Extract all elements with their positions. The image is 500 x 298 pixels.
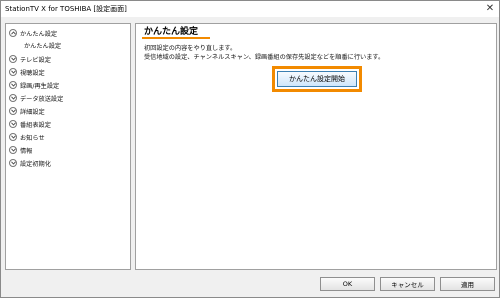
nav-item-label: 詳細設定: [20, 108, 45, 116]
nav-item-label: データ放送設定: [20, 95, 64, 103]
nav-item-label: 情報: [20, 147, 33, 155]
chevron-down-icon: [9, 159, 17, 167]
nav-item-kantan[interactable]: かんたん設定: [9, 27, 57, 39]
nav-item-label: 番組表設定: [20, 121, 51, 129]
nav-item-recording[interactable]: 録画/再生設定: [9, 79, 59, 91]
settings-window: StationTV X for TOSHIBA [設定画面] ✕ かんたん設定 …: [0, 0, 500, 298]
settings-nav: かんたん設定 かんたん設定 テレビ設定 視聴設定 録画/再生設定 データ放送設定…: [5, 23, 131, 270]
chevron-down-icon: [9, 120, 17, 128]
chevron-down-icon: [9, 107, 17, 115]
title-underline: [142, 37, 210, 39]
description-line-1: 初回設定の内容をやり直します。: [144, 45, 237, 52]
nav-item-viewing[interactable]: 視聴設定: [9, 66, 45, 78]
start-easy-setup-button[interactable]: かんたん設定開始: [277, 71, 357, 87]
nav-item-label: テレビ設定: [20, 56, 51, 64]
nav-item-label: 録画/再生設定: [20, 82, 60, 90]
chevron-down-icon: [9, 133, 17, 141]
nav-item-tv[interactable]: テレビ設定: [9, 53, 51, 65]
chevron-down-icon: [9, 94, 17, 102]
description-line-2: 受信地域の設定、チャンネルスキャン、録画番組の保存先設定などを順番に行います。: [144, 54, 385, 61]
chevron-down-icon: [9, 146, 17, 154]
nav-item-data-broadcast[interactable]: データ放送設定: [9, 92, 63, 104]
nav-item-reset[interactable]: 設定初期化: [9, 157, 51, 169]
nav-item-label: お知らせ: [20, 134, 45, 142]
cancel-button[interactable]: キャンセル: [380, 277, 435, 291]
chevron-up-icon: [9, 29, 17, 37]
nav-item-advanced[interactable]: 詳細設定: [9, 105, 45, 117]
start-button-highlight: かんたん設定開始: [272, 66, 362, 92]
content-panel: かんたん設定 初回設定の内容をやり直します。 受信地域の設定、チャンネルスキャン…: [135, 23, 497, 270]
chevron-down-icon: [9, 55, 17, 63]
window-title: StationTV X for TOSHIBA [設定画面]: [5, 5, 127, 13]
nav-item-label: 視聴設定: [20, 69, 45, 77]
nav-item-label: かんたん設定: [20, 30, 58, 38]
nav-item-info[interactable]: 情報: [9, 144, 32, 156]
nav-item-label: 設定初期化: [20, 160, 51, 168]
close-icon[interactable]: ✕: [484, 3, 496, 14]
chevron-down-icon: [9, 81, 17, 89]
apply-button[interactable]: 適用: [440, 277, 495, 291]
chevron-down-icon: [9, 68, 17, 76]
nav-item-epg[interactable]: 番組表設定: [9, 118, 51, 130]
nav-subitem-kantan[interactable]: かんたん設定: [24, 41, 61, 50]
ok-button[interactable]: OK: [320, 277, 375, 291]
title-bar: StationTV X for TOSHIBA [設定画面] ✕: [1, 1, 499, 17]
nav-item-notice[interactable]: お知らせ: [9, 131, 45, 143]
page-title: かんたん設定: [144, 27, 199, 37]
